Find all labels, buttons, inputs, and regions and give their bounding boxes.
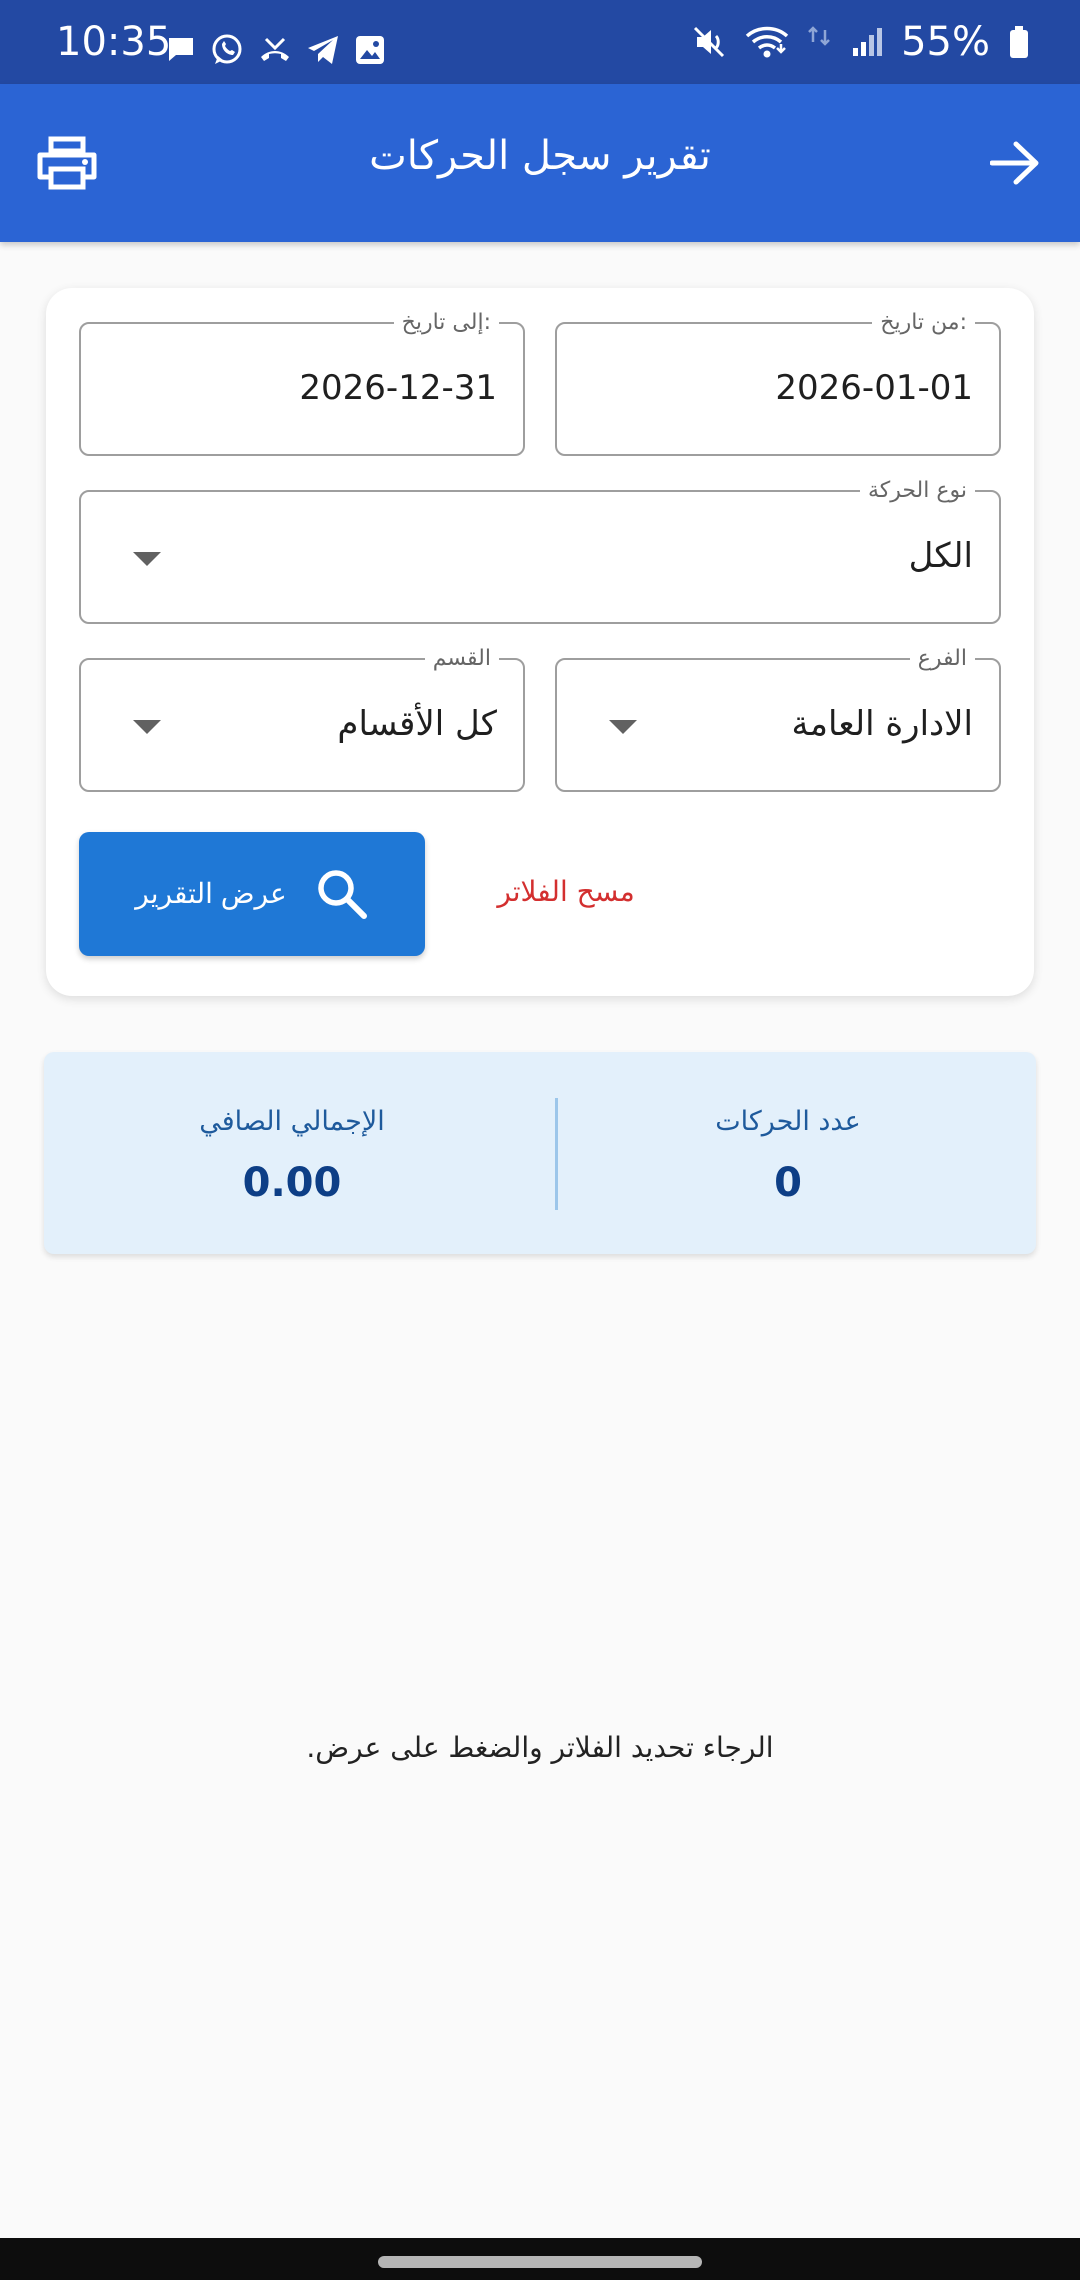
movement-count-summary: عدد الحركات 0 <box>540 1052 1036 1254</box>
net-total-summary: الإجمالي الصافي 0.00 <box>44 1052 540 1254</box>
from-date-label: من تاريخ: <box>872 310 975 336</box>
status-bar: 10:35 55% <box>0 0 1080 84</box>
clear-filters-button[interactable]: مسح الفلاتر <box>466 872 666 912</box>
department-value: كل الأقسام <box>337 704 497 744</box>
to-date-field[interactable]: إلى تاريخ: 2026-12-31 <box>79 310 525 456</box>
mute-icon <box>694 26 725 58</box>
notification-icons <box>166 30 386 70</box>
movement-type-value: الكل <box>908 536 973 576</box>
system-nav-bar <box>0 2238 1080 2280</box>
signal-icon <box>853 28 883 56</box>
telegram-icon <box>308 36 338 64</box>
image-icon <box>356 36 384 64</box>
branch-value: الادارة العامة <box>791 704 973 744</box>
search-icon <box>317 870 367 919</box>
summary-card: عدد الحركات 0 الإجمالي الصافي 0.00 <box>44 1052 1036 1254</box>
movement-type-label: نوع الحركة <box>859 478 975 504</box>
from-date-field[interactable]: من تاريخ: 2026-01-01 <box>555 310 1001 456</box>
whatsapp-icon <box>212 34 242 64</box>
movement-type-dropdown[interactable]: نوع الحركة الكل <box>79 478 1001 624</box>
to-date-label: إلى تاريخ: <box>393 310 499 336</box>
home-gesture-handle[interactable] <box>378 2256 702 2268</box>
battery-icon <box>1010 26 1028 58</box>
branch-dropdown[interactable]: الفرع الادارة العامة <box>555 646 1001 792</box>
arrow-forward-icon <box>990 141 1039 185</box>
filter-card: من تاريخ: 2026-01-01 إلى تاريخ: 2026-12-… <box>46 288 1034 996</box>
back-button[interactable] <box>970 118 1060 208</box>
dropdown-arrow-icon <box>133 720 161 734</box>
department-dropdown[interactable]: القسم كل الأقسام <box>79 646 525 792</box>
dropdown-arrow-icon <box>133 552 161 566</box>
summary-divider <box>555 1098 558 1210</box>
show-report-label: عرض التقرير <box>135 878 287 909</box>
movement-count-label: عدد الحركات <box>715 1106 861 1137</box>
net-total-label: الإجمالي الصافي <box>199 1106 385 1137</box>
show-report-button[interactable]: عرض التقرير <box>79 832 425 956</box>
to-date-value: 2026-12-31 <box>299 368 497 408</box>
system-icons: 55% <box>691 20 1030 64</box>
branch-label: الفرع <box>909 646 975 672</box>
status-time: 10:35 <box>56 19 172 65</box>
data-icon <box>808 26 830 46</box>
page-title: تقرير سجل الحركات <box>369 133 711 179</box>
from-date-value: 2026-01-01 <box>775 368 973 408</box>
net-total-value: 0.00 <box>242 1160 342 1206</box>
dropdown-arrow-icon <box>609 720 637 734</box>
missed-call-icon <box>261 37 289 61</box>
message-icon <box>169 38 193 61</box>
wifi-icon <box>745 26 789 58</box>
movement-count-value: 0 <box>774 1160 802 1206</box>
empty-state-message: الرجاء تحديد الفلاتر والضغط على عرض. <box>306 1731 774 1764</box>
battery-percent: 55% <box>901 19 990 65</box>
app-bar: تقرير سجل الحركات <box>0 84 1080 242</box>
department-label: القسم <box>424 646 499 672</box>
